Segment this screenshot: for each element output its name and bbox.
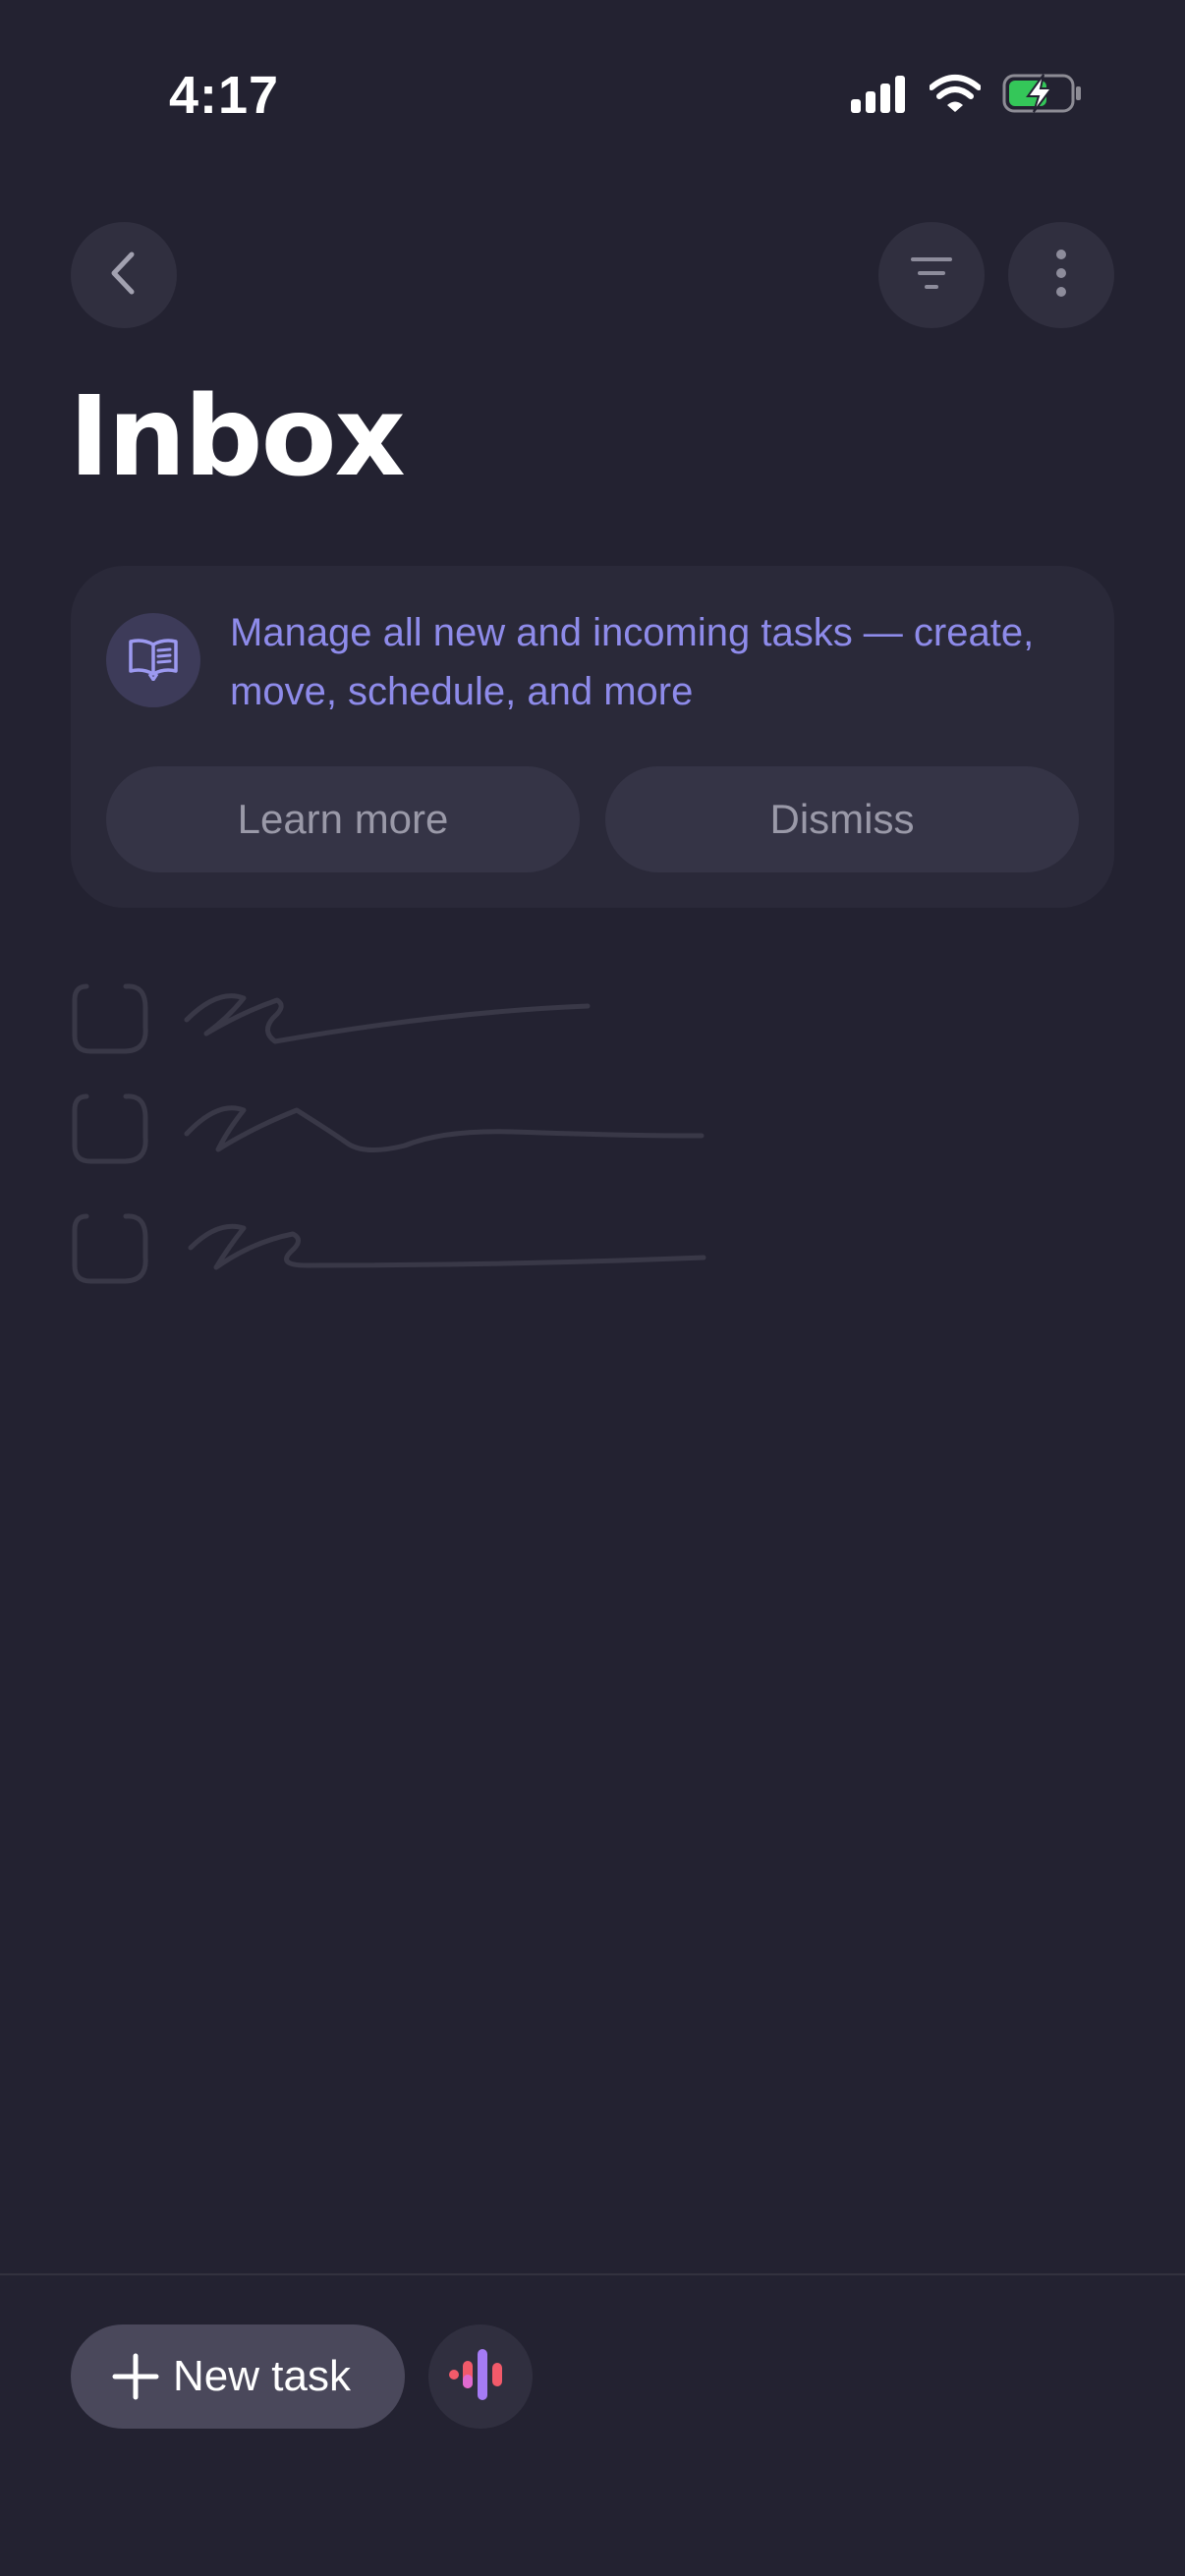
plus-icon [112, 2353, 159, 2400]
page-title: Inbox [69, 373, 406, 501]
voice-waveform-icon [449, 2347, 512, 2407]
new-task-button[interactable]: New task [71, 2324, 405, 2429]
status-icons [851, 73, 1083, 119]
placeholder-task-row [71, 1089, 739, 1182]
cellular-signal-icon [851, 74, 908, 118]
card-icon-container [106, 613, 200, 707]
back-button[interactable] [71, 222, 177, 328]
open-book-icon [128, 636, 179, 686]
vertical-ellipsis-icon [1053, 249, 1069, 303]
wifi-icon [929, 74, 982, 118]
card-message: Manage all new and incoming tasks — crea… [230, 611, 1035, 713]
new-task-label: New task [173, 2352, 351, 2400]
learn-more-button[interactable]: Learn more [106, 766, 580, 872]
chevron-left-icon [104, 249, 143, 303]
bottom-divider [0, 2273, 1185, 2275]
filter-button[interactable] [878, 222, 985, 328]
voice-input-button[interactable] [428, 2324, 533, 2429]
placeholder-task-row [71, 1208, 739, 1302]
filter-lines-icon [910, 255, 953, 296]
placeholder-task-row [71, 979, 621, 1072]
status-time: 4:17 [169, 66, 280, 125]
battery-charging-icon [1002, 73, 1083, 119]
dismiss-button[interactable]: Dismiss [605, 766, 1079, 872]
inbox-info-card: Manage all new and incoming tasks — crea… [71, 566, 1114, 908]
status-bar: 4:17 [0, 0, 1185, 147]
more-options-button[interactable] [1008, 222, 1114, 328]
